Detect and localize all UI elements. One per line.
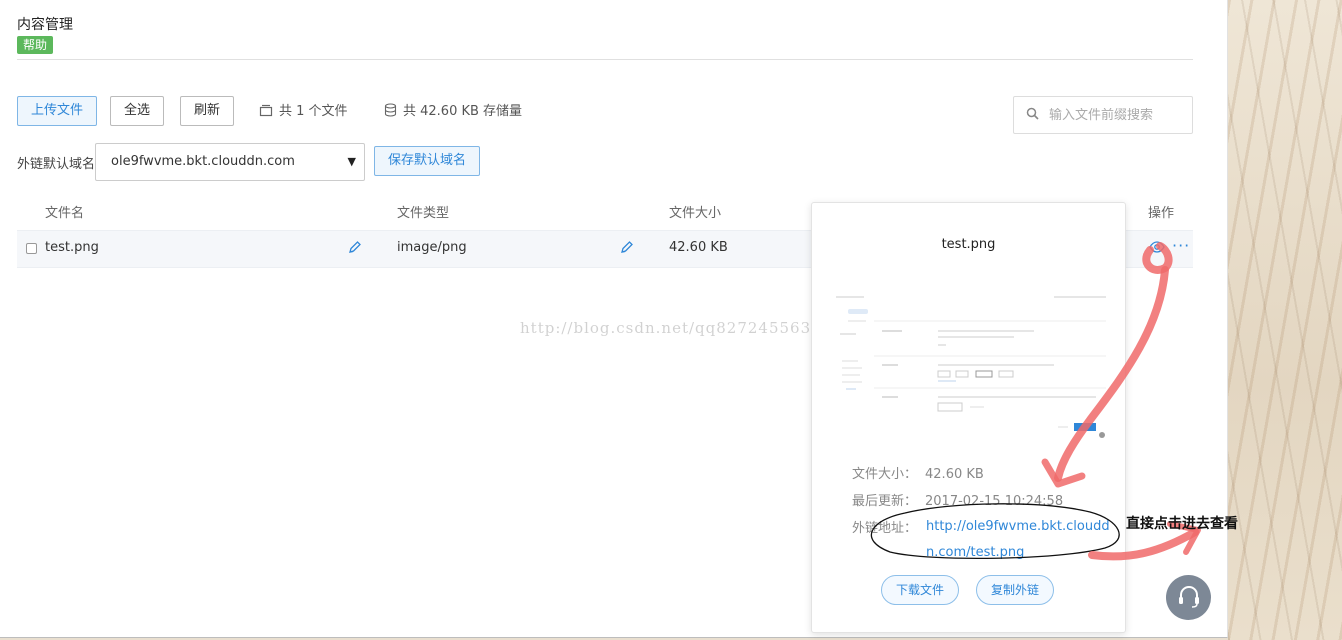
default-domain-label: 外链默认域名 [17, 157, 96, 172]
pencil-icon[interactable] [620, 240, 634, 258]
column-header-ops: 操作 [1148, 206, 1175, 221]
column-header-name: 文件名 [45, 206, 85, 221]
file-type-cell: image/png [397, 240, 467, 255]
database-icon [384, 102, 397, 117]
storage-stat: 共 42.60 KB 存储量 [384, 100, 522, 119]
preview-updated-row: 最后更新： 2017-02-15 10:24:58 [852, 490, 1063, 509]
ellipsis-icon[interactable]: ··· [1172, 236, 1190, 255]
annotation-text: 直接点击进去查看 [1126, 516, 1238, 532]
file-preview-popover: test.png 文件大小： 42.60 KB 最后更新： 2017-02-15… [811, 202, 1126, 633]
select-all-button[interactable]: 全选 [110, 96, 165, 126]
preview-size-label: 文件大小： [852, 467, 918, 482]
caret-down-icon: ▼ [347, 155, 356, 168]
file-count-text: 共 1 个文件 [279, 104, 348, 119]
preview-updated-value: 2017-02-15 10:24:58 [925, 494, 1064, 509]
support-chat-button[interactable] [1166, 575, 1211, 620]
stack-icon [259, 103, 273, 117]
column-header-type: 文件类型 [397, 206, 450, 221]
preview-size-value: 42.60 KB [925, 467, 984, 482]
preview-thumbnail [834, 283, 1109, 443]
upload-file-button[interactable]: 上传文件 [17, 96, 98, 126]
column-header-size: 文件大小 [669, 206, 722, 221]
eye-icon[interactable] [1149, 240, 1165, 258]
preview-updated-label: 最后更新： [852, 494, 918, 509]
save-default-domain-button[interactable]: 保存默认域名 [374, 146, 481, 176]
page-title: 内容管理 [17, 17, 73, 33]
preview-file-name: test.png [941, 237, 996, 252]
preview-link-label: 外链地址： [852, 521, 918, 536]
search-box[interactable] [1013, 96, 1193, 134]
copy-link-button[interactable]: 复制外链 [976, 575, 1055, 605]
refresh-button[interactable]: 刷新 [180, 96, 235, 126]
watermark: http://blog.csdn.net/qq827245563 [520, 319, 812, 337]
row-checkbox[interactable] [26, 243, 37, 254]
storage-text: 共 42.60 KB 存储量 [403, 104, 523, 119]
search-input[interactable] [1049, 107, 1179, 123]
desktop-background [1228, 0, 1342, 640]
search-icon [1026, 107, 1039, 124]
pencil-icon[interactable] [348, 240, 362, 258]
headset-icon [1176, 583, 1202, 613]
public-link[interactable]: http://ole9fwvme.bkt.clouddn.com/test.pn… [926, 514, 1114, 566]
help-badge[interactable]: 帮助 [17, 36, 54, 54]
file-name-cell: test.png [45, 240, 99, 255]
download-file-button[interactable]: 下载文件 [881, 575, 960, 605]
header-divider [17, 59, 1193, 60]
default-domain-value: ole9fwvme.bkt.clouddn.com [111, 154, 295, 169]
default-domain-select[interactable]: ole9fwvme.bkt.clouddn.com ▼ [95, 143, 365, 181]
file-size-cell: 42.60 KB [669, 240, 728, 255]
file-count-stat: 共 1 个文件 [259, 100, 348, 119]
preview-size-row: 文件大小： 42.60 KB [852, 463, 984, 482]
